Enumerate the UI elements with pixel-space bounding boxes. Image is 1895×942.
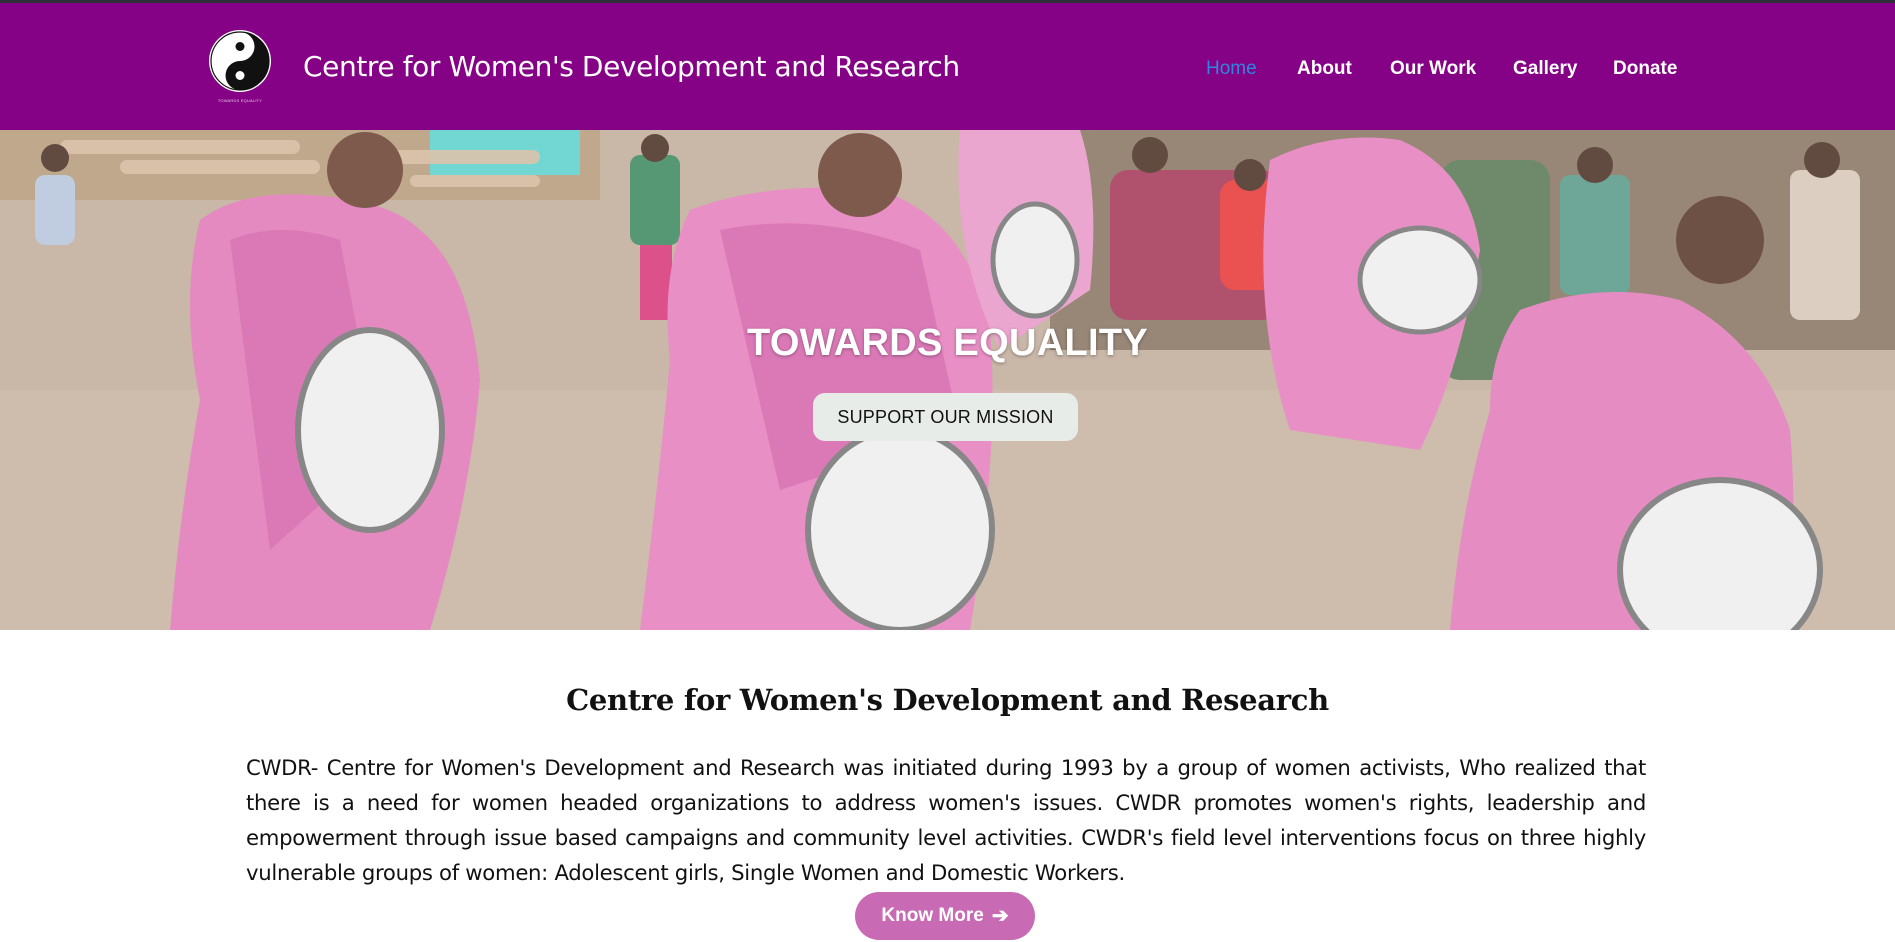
intro-paragraph: CWDR- Centre for Women's Development and… [246,755,1646,885]
arrow-right-icon: ➔ [991,905,1009,927]
nav-gallery[interactable]: Gallery [1513,58,1577,80]
nav-our-work[interactable]: Our Work [1390,58,1476,80]
nav-home[interactable]: Home [1206,58,1257,80]
hero-title: TOWARDS EQUALITY [747,322,1148,364]
nav-donate[interactable]: Donate [1613,58,1677,80]
know-more-label: Know More [881,905,984,926]
nav-about[interactable]: About [1297,58,1352,80]
site-header: TOWARDS EQUALITY Centre for Women's Deve… [0,3,1895,130]
main-nav: Home About Our Work Gallery Donate [0,58,1895,84]
support-mission-button[interactable]: SUPPORT OUR MISSION [813,393,1078,441]
hero-banner: TOWARDS EQUALITY SUPPORT OUR MISSION [0,130,1895,630]
hero-overlay [0,130,1895,630]
logo-caption: TOWARDS EQUALITY [217,98,263,103]
know-more-button[interactable]: Know More ➔ [855,892,1035,940]
intro-heading: Centre for Women's Development and Resea… [566,683,1329,717]
